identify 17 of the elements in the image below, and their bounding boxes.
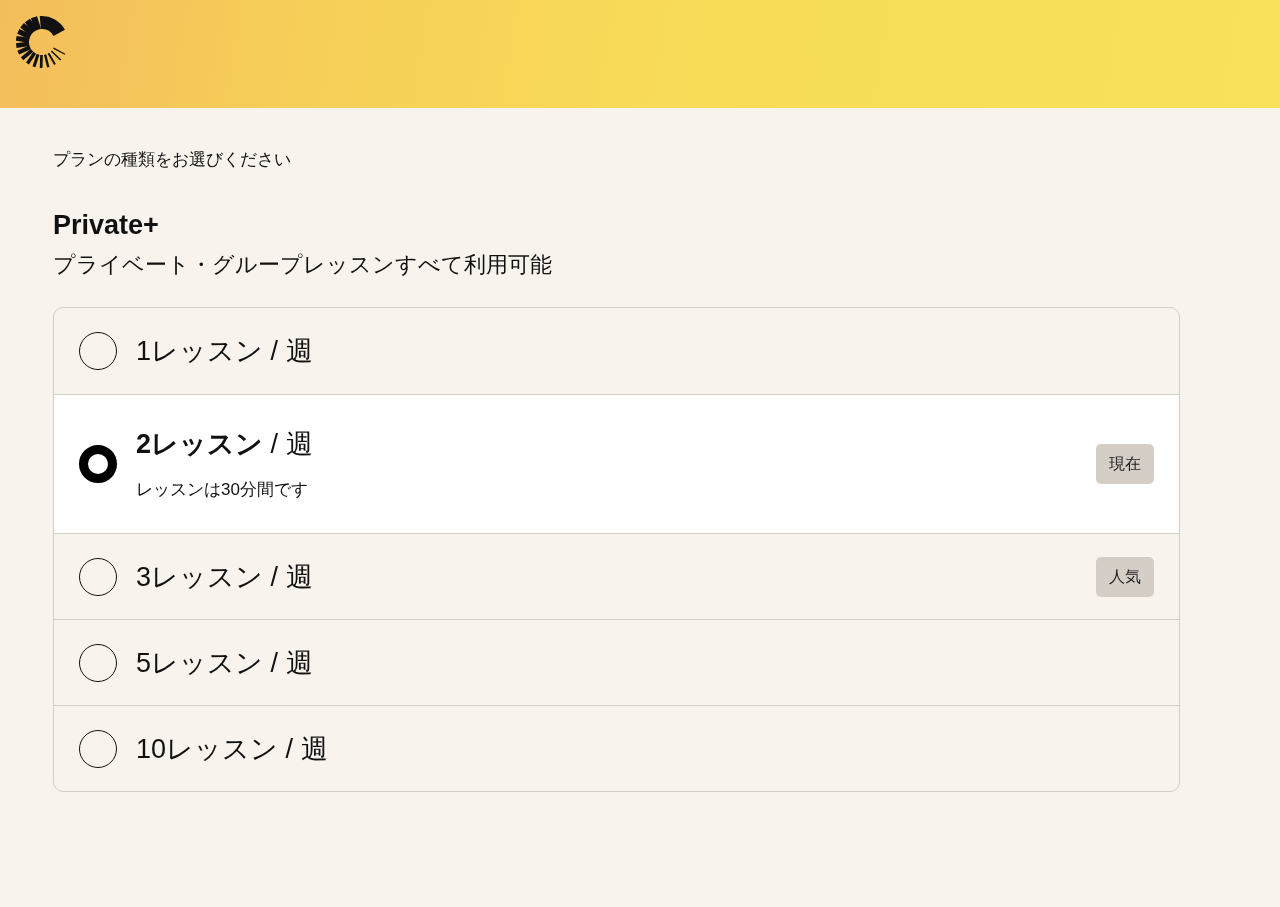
option-label: 5レッスン / 週 (136, 646, 314, 680)
option-row[interactable]: 2レッスン / 週 レッスンは30分間です 現在 (54, 394, 1179, 533)
plan-description: プライベート・グループレッスンすべて利用可能 (53, 251, 553, 279)
option-label: 3レッスン / 週 (136, 560, 314, 594)
option-label: 2レッスン / 週 (136, 428, 314, 461)
status-badge: 現在 (1096, 444, 1154, 484)
status-badge: 人気 (1096, 556, 1154, 597)
radio-button[interactable] (79, 445, 117, 483)
option-row[interactable]: 10レッスン / 週 (54, 705, 1179, 791)
option-row[interactable]: 5レッスン / 週 (54, 619, 1179, 705)
option-row[interactable]: 1レッスン / 週 (54, 308, 1179, 394)
option-row[interactable]: 3レッスン / 週 人気 (54, 533, 1179, 619)
option-note: レッスンは30分間です (136, 479, 309, 501)
option-label: 1レッスン / 週 (136, 335, 314, 368)
plan-title: Private+ (53, 209, 160, 242)
instruction-text: プランの種類をお選びください (53, 149, 292, 171)
option-label: 10レッスン / 週 (136, 732, 329, 766)
